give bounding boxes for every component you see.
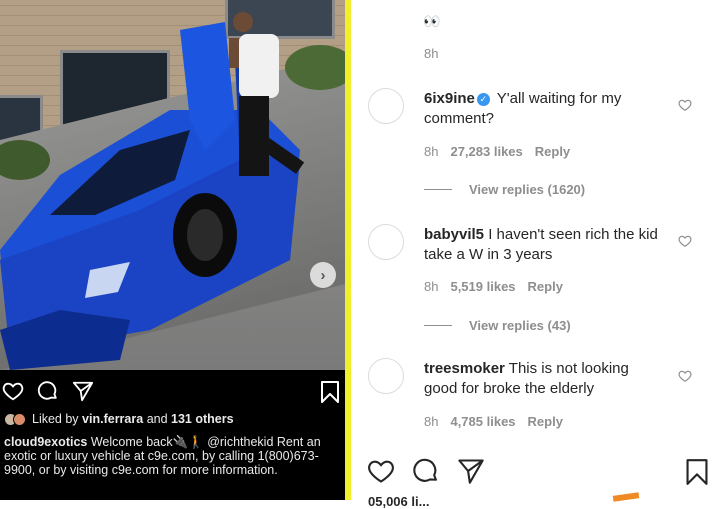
replies-line bbox=[424, 189, 452, 190]
commenter-avatar[interactable] bbox=[368, 358, 404, 394]
post-photo[interactable]: › bbox=[0, 0, 345, 370]
bookmark-icon[interactable] bbox=[684, 457, 710, 492]
previous-comment-time[interactable]: 8h bbox=[424, 46, 438, 61]
liked-by-line: Liked by vin.ferrara and 131 others bbox=[4, 412, 234, 426]
commenter-avatar[interactable] bbox=[368, 88, 404, 124]
caption-username[interactable]: cloud9exotics bbox=[4, 435, 87, 449]
carousel-next-button[interactable]: › bbox=[310, 262, 336, 288]
comment-body: treesmoker This is not looking good for … bbox=[424, 359, 664, 399]
view-replies-button[interactable]: View replies (1620) bbox=[424, 182, 585, 197]
comment-likes[interactable]: 27,283 likes bbox=[450, 144, 522, 159]
orange-marker bbox=[612, 492, 640, 502]
liked-by-others[interactable]: 131 others bbox=[171, 412, 234, 426]
comment-username[interactable]: 6ix9ine bbox=[424, 90, 475, 107]
previous-comment-emoji: 👀 bbox=[423, 13, 440, 29]
heart-icon[interactable] bbox=[2, 380, 24, 407]
share-icon[interactable] bbox=[72, 380, 94, 407]
commenter-avatar[interactable] bbox=[368, 224, 404, 260]
comment-time[interactable]: 8h bbox=[424, 144, 438, 159]
comments-panel: 👀 8h 6ix9ine ✓ Y'all waiting for my comme… bbox=[351, 0, 720, 509]
comment-meta: 8h 4,785 likes Reply bbox=[424, 414, 563, 429]
post-action-bar bbox=[0, 374, 345, 408]
post-likes-count[interactable]: 05,006 li... bbox=[368, 494, 429, 509]
comment-body: babyvil5 I haven't seen rich the kid tak… bbox=[424, 225, 664, 265]
liker-avatars bbox=[4, 412, 26, 426]
view-replies-label: View replies (43) bbox=[469, 318, 571, 333]
reply-button[interactable]: Reply bbox=[528, 279, 563, 294]
comment-like-heart-icon[interactable] bbox=[678, 98, 692, 117]
comment-meta: 8h 27,283 likes Reply bbox=[424, 144, 570, 159]
person-standing bbox=[229, 12, 305, 176]
view-replies-label: View replies (1620) bbox=[469, 182, 586, 197]
comment-time[interactable]: 8h bbox=[424, 414, 438, 429]
share-icon[interactable] bbox=[457, 457, 485, 490]
post-caption: cloud9exotics Welcome back🔌🚶 @richthekid… bbox=[4, 435, 342, 477]
comment-like-heart-icon[interactable] bbox=[678, 369, 692, 388]
comment-action-bar bbox=[351, 455, 720, 489]
comment-time[interactable]: 8h bbox=[424, 279, 438, 294]
heart-icon[interactable] bbox=[367, 457, 395, 490]
view-replies-button[interactable]: View replies (43) bbox=[424, 318, 571, 333]
comment-icon[interactable] bbox=[412, 457, 440, 490]
comment-username[interactable]: treesmoker bbox=[424, 360, 505, 377]
bookmark-icon[interactable] bbox=[319, 380, 341, 409]
replies-line bbox=[424, 325, 452, 326]
avatar bbox=[13, 412, 26, 426]
comment-icon[interactable] bbox=[37, 380, 59, 407]
comment-likes[interactable]: 5,519 likes bbox=[450, 279, 515, 294]
reply-button[interactable]: Reply bbox=[535, 144, 570, 159]
verified-badge-icon: ✓ bbox=[476, 93, 490, 106]
post-media-panel: › Liked by vin.ferrara and 131 others cl… bbox=[0, 0, 345, 500]
liked-by-user[interactable]: vin.ferrara bbox=[82, 412, 143, 426]
liked-by-and: and bbox=[146, 412, 168, 426]
comment-like-heart-icon[interactable] bbox=[678, 234, 692, 253]
comment-likes[interactable]: 4,785 likes bbox=[450, 414, 515, 429]
comment-body: 6ix9ine ✓ Y'all waiting for my comment? bbox=[424, 89, 664, 129]
comment-username[interactable]: babyvil5 bbox=[424, 226, 484, 243]
liked-by-prefix: Liked by bbox=[32, 412, 79, 426]
reply-button[interactable]: Reply bbox=[528, 414, 563, 429]
comment-meta: 8h 5,519 likes Reply bbox=[424, 279, 563, 294]
